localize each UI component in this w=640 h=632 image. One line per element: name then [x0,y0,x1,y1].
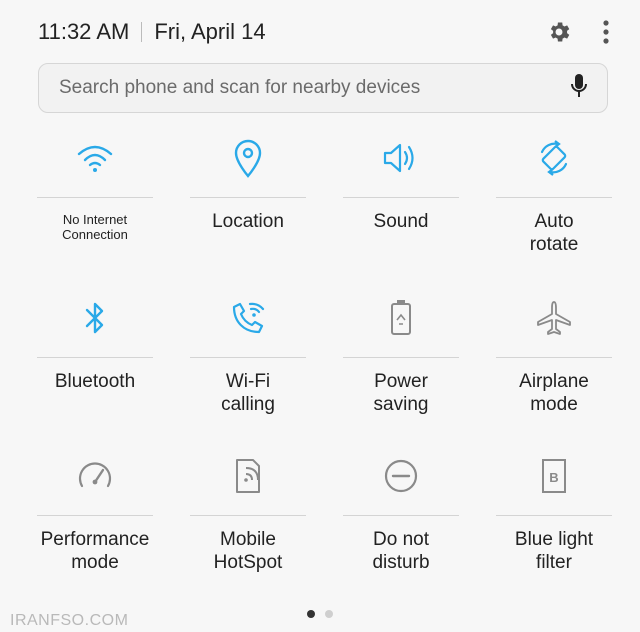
tile-label[interactable]: No Internet Connection [27,212,163,242]
watermark: IRANFSO.COM [10,612,129,629]
tile-divider [37,515,153,516]
tile-divider [496,515,612,516]
microphone-icon[interactable] [569,72,589,105]
tile-label[interactable]: Do not disturb [333,528,469,574]
bluetooth-icon[interactable] [37,298,153,338]
hotspot-icon[interactable] [190,456,306,496]
tile-label[interactable]: Performance mode [27,528,163,574]
tile-label[interactable]: Location [180,210,316,233]
wifi-icon[interactable] [37,138,153,178]
tile-power-saving[interactable]: Power saving [343,290,459,440]
sound-icon[interactable] [343,138,459,178]
tile-divider [343,197,459,198]
tile-label[interactable]: Bluetooth [27,370,163,393]
tile-label[interactable]: Auto rotate [486,210,622,256]
power-saving-icon[interactable] [343,298,459,338]
performance-icon[interactable] [37,456,153,496]
tile-divider [37,197,153,198]
tile-hotspot[interactable]: Mobile HotSpot [190,448,306,598]
blue-light-filter-icon[interactable]: B [496,456,612,496]
status-row: 11:32 AM Fri, April 14 [38,14,610,50]
tile-divider [190,197,306,198]
tile-divider [190,515,306,516]
tile-label[interactable]: Wi-Fi calling [180,370,316,416]
tile-wifi[interactable]: No Internet Connection [37,130,153,280]
airplane-icon[interactable] [496,298,612,338]
status-divider [141,22,143,42]
clock-time: 11:32 AM [38,19,130,44]
search-placeholder: Search phone and scan for nearby devices [59,77,421,98]
auto-rotate-icon[interactable] [496,138,612,178]
tile-label[interactable]: Mobile HotSpot [180,528,316,574]
tile-location[interactable]: Location [190,130,306,280]
tile-label[interactable]: Blue light filter [486,528,622,574]
svg-text:B: B [549,470,558,485]
tile-label[interactable]: Airplane mode [486,370,622,416]
search-bar[interactable]: Search phone and scan for nearby devices [38,63,608,113]
location-icon[interactable] [190,138,306,178]
tile-wifi-calling[interactable]: Wi-Fi calling [190,290,306,440]
page-dot-1[interactable] [307,610,315,618]
tile-divider [190,357,306,358]
page-dot-2[interactable] [325,610,333,618]
tile-label[interactable]: Sound [333,210,469,233]
tile-do-not-disturb[interactable]: Do not disturb [343,448,459,598]
date-label: Fri, April 14 [154,19,266,44]
tile-divider [343,357,459,358]
tile-label[interactable]: Power saving [333,370,469,416]
wifi-calling-icon[interactable] [190,298,306,338]
do-not-disturb-icon[interactable] [343,456,459,496]
status-actions [546,19,610,45]
more-options-icon[interactable] [602,19,610,45]
tile-performance[interactable]: Performance mode [37,448,153,598]
tile-auto-rotate[interactable]: Auto rotate [496,130,612,280]
tile-divider [37,357,153,358]
tile-divider [496,357,612,358]
tile-bluetooth[interactable]: Bluetooth [37,290,153,440]
tile-divider [496,197,612,198]
tile-blue-light-filter[interactable]: B Blue light filter [496,448,612,598]
settings-gear-icon[interactable] [546,19,572,45]
tile-divider [343,515,459,516]
tile-sound[interactable]: Sound [343,130,459,280]
tile-airplane[interactable]: Airplane mode [496,290,612,440]
